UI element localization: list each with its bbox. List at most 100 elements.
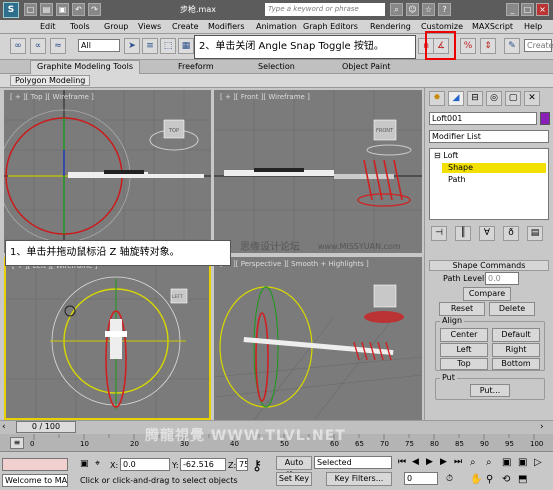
align-bottom-button[interactable]: Bottom [492, 358, 540, 370]
goto-end-icon[interactable]: ⏭ [454, 457, 462, 467]
key-filters-button[interactable]: Key Filters... [326, 472, 392, 486]
search-icon[interactable]: ⌕ [390, 3, 403, 16]
next-frame-icon[interactable]: ▶ [440, 457, 447, 467]
maximize-viewport-icon[interactable]: ⬒ [518, 474, 527, 485]
menu-animation[interactable]: Animation [256, 22, 297, 31]
maximize-icon[interactable]: □ [521, 3, 534, 16]
reset-button[interactable]: Reset [439, 302, 485, 316]
menu-tools[interactable]: Tools [70, 22, 90, 31]
selection-lock-icon[interactable]: ▣ [80, 459, 89, 469]
menu-group[interactable]: Group [104, 22, 128, 31]
stack-item-loft[interactable]: ⊟ Loft [434, 151, 458, 160]
viewcube-left-label[interactable]: LEFT [172, 294, 183, 300]
configure-sets-icon[interactable]: ▤ [527, 226, 543, 241]
make-unique-icon[interactable]: ∀ [479, 226, 495, 241]
create-tab-icon[interactable]: ✸ [429, 91, 445, 106]
named-selection-set-input[interactable]: Create [524, 39, 553, 52]
orbit-icon[interactable]: ⟲ [502, 474, 510, 485]
favorites-icon[interactable]: ☆ [422, 3, 435, 16]
y-coordinate-field[interactable]: -62.516 [180, 458, 226, 471]
zoom-extents-icon[interactable]: ▣ [502, 457, 511, 468]
menu-maxscript[interactable]: MAXScript [472, 22, 513, 31]
align-top-button[interactable]: Top [440, 358, 488, 370]
goto-start-icon[interactable]: ⏮ [398, 457, 406, 467]
menu-customize[interactable]: Customize [421, 22, 463, 31]
x-coordinate-field[interactable]: 0.0 [120, 458, 170, 471]
viewport-label-front[interactable]: [ + ][ Front ][ Wireframe ] [220, 93, 310, 101]
play-icon[interactable]: ▶ [426, 457, 433, 467]
pan-icon[interactable]: ✋ [470, 474, 482, 485]
auto-key-button[interactable]: Auto Key [276, 456, 312, 479]
modify-tab-icon[interactable]: ◢ [448, 91, 464, 106]
maxscript-listener[interactable] [2, 458, 68, 471]
viewport-perspective[interactable]: [ + ][ Perspective ][ Smooth + Highlight… [214, 257, 422, 420]
time-slider-thumb[interactable]: 0 / 100 [16, 421, 76, 433]
open-file-icon[interactable]: ▤ [40, 3, 53, 16]
key-mode-dropdown[interactable]: Selected [314, 456, 392, 469]
spinner-snap-icon[interactable]: ⇕ [480, 38, 496, 54]
align-left-button[interactable]: Left [440, 343, 488, 357]
prev-frame-icon[interactable]: ◀ [412, 457, 419, 467]
menu-graph-editors[interactable]: Graph Editors [303, 22, 358, 31]
field-of-view-icon[interactable]: ▷ [534, 457, 542, 468]
modifier-list-dropdown[interactable]: Modifier List [429, 130, 549, 143]
compare-button[interactable]: Compare [463, 287, 511, 301]
hierarchy-tab-icon[interactable]: ⊟ [467, 91, 483, 106]
menu-rendering[interactable]: Rendering [370, 22, 411, 31]
bind-space-warp-icon[interactable]: ≈ [50, 38, 66, 54]
menu-views[interactable]: Views [138, 22, 161, 31]
viewcube-front-label[interactable]: FRONT [376, 128, 394, 134]
redo-icon[interactable]: ↷ [88, 3, 101, 16]
unlink-icon[interactable]: ∝ [30, 38, 46, 54]
new-file-icon[interactable]: □ [24, 3, 37, 16]
object-color-swatch[interactable] [540, 112, 550, 125]
communication-icon[interactable]: ☺ [406, 3, 419, 16]
walk-through-icon[interactable]: ⚲ [486, 474, 493, 485]
shape-commands-rollout-header[interactable]: Shape Commands [429, 260, 549, 271]
tab-freeform[interactable]: Freeform [178, 62, 214, 71]
set-key-button[interactable]: Set Key [276, 472, 312, 486]
menu-help[interactable]: Help [524, 22, 542, 31]
select-and-link-icon[interactable]: ∞ [10, 38, 26, 54]
tab-object-paint[interactable]: Object Paint [342, 62, 390, 71]
menu-create[interactable]: Create [172, 22, 199, 31]
motion-tab-icon[interactable]: ◎ [486, 91, 502, 106]
z-coordinate-field[interactable]: 75 [236, 458, 248, 471]
align-center-button[interactable]: Center [440, 328, 488, 342]
menu-edit[interactable]: Edit [40, 22, 56, 31]
select-by-name-icon[interactable]: ≡ [142, 38, 158, 54]
align-right-button[interactable]: Right [492, 343, 540, 357]
slider-prev-icon[interactable]: ‹ [2, 422, 6, 432]
undo-icon[interactable]: ↶ [72, 3, 85, 16]
select-object-icon[interactable]: ➤ [124, 38, 140, 54]
edit-named-selection-icon[interactable]: ✎ [504, 38, 520, 54]
search-input[interactable]: Type a keyword or phrase [265, 3, 385, 16]
absolute-mode-icon[interactable]: ⌖ [95, 459, 100, 469]
utilities-tab-icon[interactable]: ✕ [524, 91, 540, 106]
viewport-label-top[interactable]: [ + ][ Top ][ Wireframe ] [10, 93, 94, 101]
viewport-top[interactable]: [ + ][ Top ][ Wireframe ] TOP [4, 90, 211, 253]
set-key-icon[interactable]: ⚷ [252, 458, 262, 474]
help-icon[interactable]: ? [438, 3, 451, 16]
minimize-icon[interactable]: _ [506, 3, 519, 16]
stack-item-path[interactable]: Path [448, 175, 466, 184]
put-button[interactable]: Put... [470, 384, 510, 397]
pin-stack-icon[interactable]: ⊣ [431, 226, 447, 241]
viewport-front[interactable]: [ + ][ Front ][ Wireframe ] FRONT [214, 90, 422, 253]
delete-button[interactable]: Delete [489, 302, 535, 316]
path-level-spinner[interactable]: 0.0 [485, 272, 519, 285]
app-logo-icon[interactable]: S [3, 2, 19, 18]
current-frame-field[interactable]: 0 [404, 472, 438, 485]
display-tab-icon[interactable]: ▢ [505, 91, 521, 106]
tab-selection[interactable]: Selection [258, 62, 295, 71]
menu-modifiers[interactable]: Modifiers [208, 22, 245, 31]
close-icon[interactable]: × [536, 3, 549, 16]
show-end-result-icon[interactable]: ║ [455, 226, 471, 241]
mini-curve-editor-icon[interactable]: ≡ [10, 437, 24, 449]
zoom-icon[interactable]: ⌕ [470, 457, 476, 468]
zoom-extents-all-icon[interactable]: ▣ [518, 457, 527, 468]
zoom-all-icon[interactable]: ⌕ [486, 457, 492, 468]
align-default-button[interactable]: Default [492, 328, 540, 342]
time-config-icon[interactable]: ⏱ [446, 474, 453, 484]
object-name-field[interactable]: Loft001 [429, 112, 537, 125]
